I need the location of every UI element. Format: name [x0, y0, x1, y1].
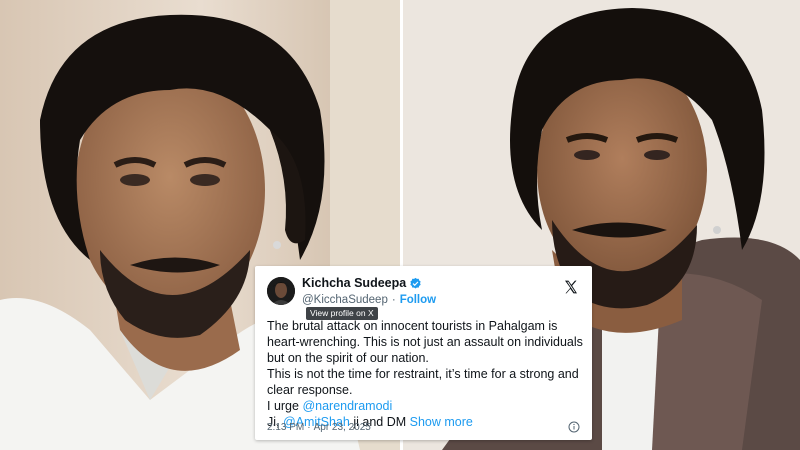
tweet-line: This is not the time for restraint, it’s… — [267, 367, 579, 381]
profile-avatar[interactable] — [267, 277, 295, 305]
show-more-link[interactable]: Show more — [410, 415, 473, 429]
handle-separator: · — [391, 294, 396, 306]
tweet-time: 2:13 PM — [267, 422, 305, 433]
tweet-line: clear response. — [267, 383, 353, 397]
display-name[interactable]: Kichcha Sudeepa — [302, 276, 406, 290]
name-row: Kichcha Sudeepa — [302, 276, 422, 290]
tweet-line: but on the spirit of our nation. — [267, 351, 429, 365]
tweet-date: Apr 23, 2025 — [313, 422, 371, 433]
x-logo-icon[interactable] — [563, 279, 579, 295]
timestamp-separator: · — [307, 422, 311, 433]
tweet-line: The brutal attack on innocent tourists i… — [267, 319, 558, 333]
urge-text: I urge — [267, 399, 303, 413]
info-icon[interactable] — [568, 421, 580, 433]
handle[interactable]: @KicchaSudeep — [302, 294, 388, 306]
handle-row: @KicchaSudeep · Follow — [302, 294, 436, 306]
verified-badge-icon — [410, 277, 421, 289]
tweet-timestamp[interactable]: 2:13 PM · Apr 23, 2025 — [267, 422, 371, 433]
embedded-tweet-card[interactable]: Kichcha Sudeepa @KicchaSudeep · Follow V… — [255, 266, 592, 440]
tweet-line-urge: I urge @narendramodi — [267, 398, 585, 414]
tweet-line: heart-wrenching. This is not just an ass… — [267, 335, 583, 349]
tweet-text: The brutal attack on innocent tourists i… — [267, 318, 585, 430]
mention-narendramodi[interactable]: @narendramodi — [302, 399, 392, 413]
follow-button[interactable]: Follow — [400, 294, 436, 306]
